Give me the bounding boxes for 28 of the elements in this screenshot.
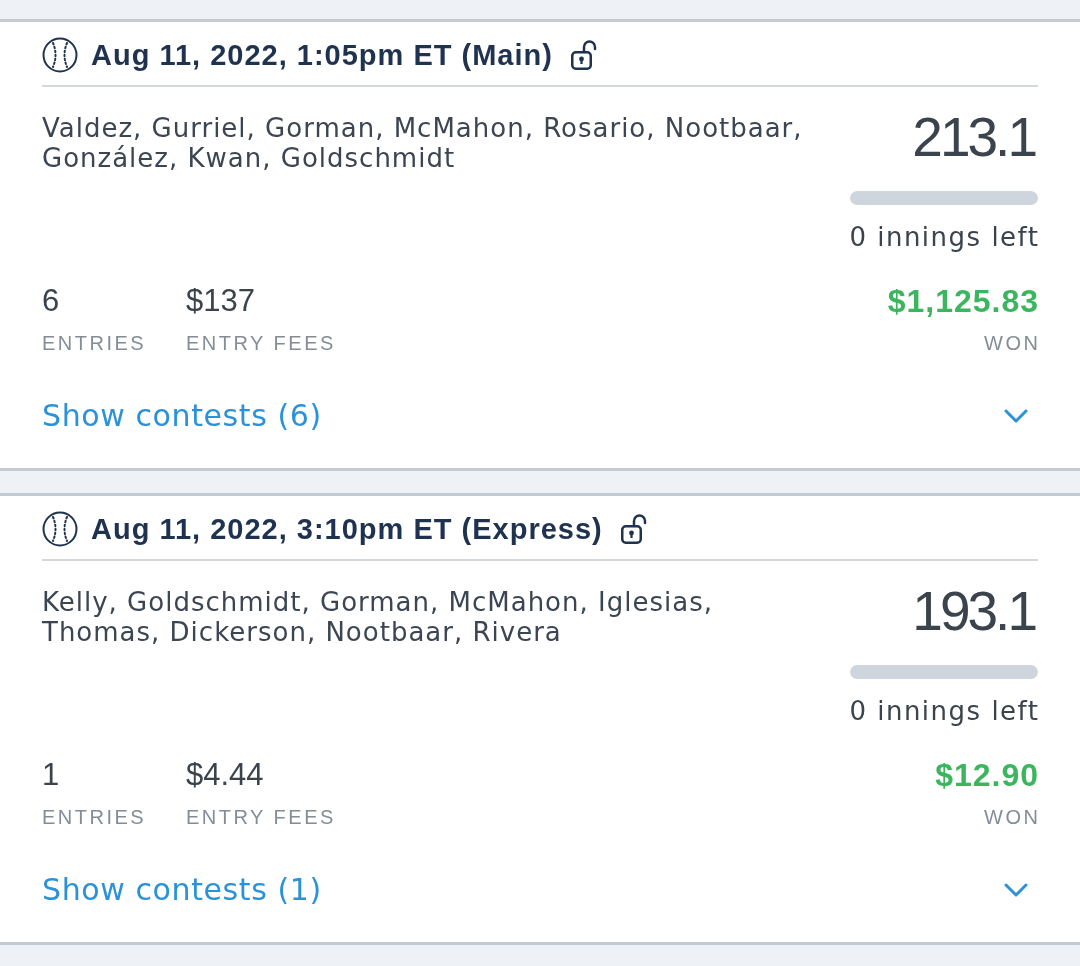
contest-title: Aug 11, 2022, 3:10pm ET (Express)	[91, 512, 603, 546]
lineup-players: Valdez, Gurriel, Gorman, McMahon, Rosario, Nootbaar, González, Kwan, Goldschmidt	[42, 113, 804, 173]
entries-count: 1	[42, 757, 60, 793]
winnings-amount: $12.90	[935, 757, 1039, 793]
innings-left: 0 innings left	[849, 696, 1040, 726]
winnings-label: WON	[984, 331, 1041, 355]
padlock-icon	[620, 514, 648, 544]
entry-fees-label: ENTRY FEES	[186, 805, 336, 829]
contest-title: Aug 11, 2022, 1:05pm ET (Main)	[91, 38, 553, 72]
entry-fees-label: ENTRY FEES	[186, 331, 336, 355]
entries-count: 6	[42, 283, 60, 319]
chevron-down-icon[interactable]	[1004, 883, 1028, 897]
fantasy-points: 193.1	[912, 582, 1035, 640]
show-contests-link[interactable]: Show contests (1)	[42, 872, 322, 908]
entry-fees-amount: $137	[186, 283, 255, 319]
entry-fees-amount: $4.44	[186, 757, 264, 793]
entries-label: ENTRIES	[42, 331, 147, 355]
show-contests-link[interactable]: Show contests (6)	[42, 398, 322, 434]
winnings-label: WON	[984, 805, 1041, 829]
baseball-icon	[42, 511, 78, 547]
winnings-amount: $1,125.83	[887, 283, 1039, 319]
chevron-down-icon[interactable]	[1004, 409, 1028, 423]
innings-left: 0 innings left	[849, 222, 1040, 252]
entries-label: ENTRIES	[42, 805, 147, 829]
padlock-icon	[570, 40, 598, 70]
baseball-icon	[42, 37, 78, 73]
fantasy-points: 213.1	[912, 108, 1035, 166]
lineup-players: Kelly, Goldschmidt, Gorman, McMahon, Iglesias, Thomas, Dickerson, Nootbaar, Rivera	[42, 587, 714, 647]
